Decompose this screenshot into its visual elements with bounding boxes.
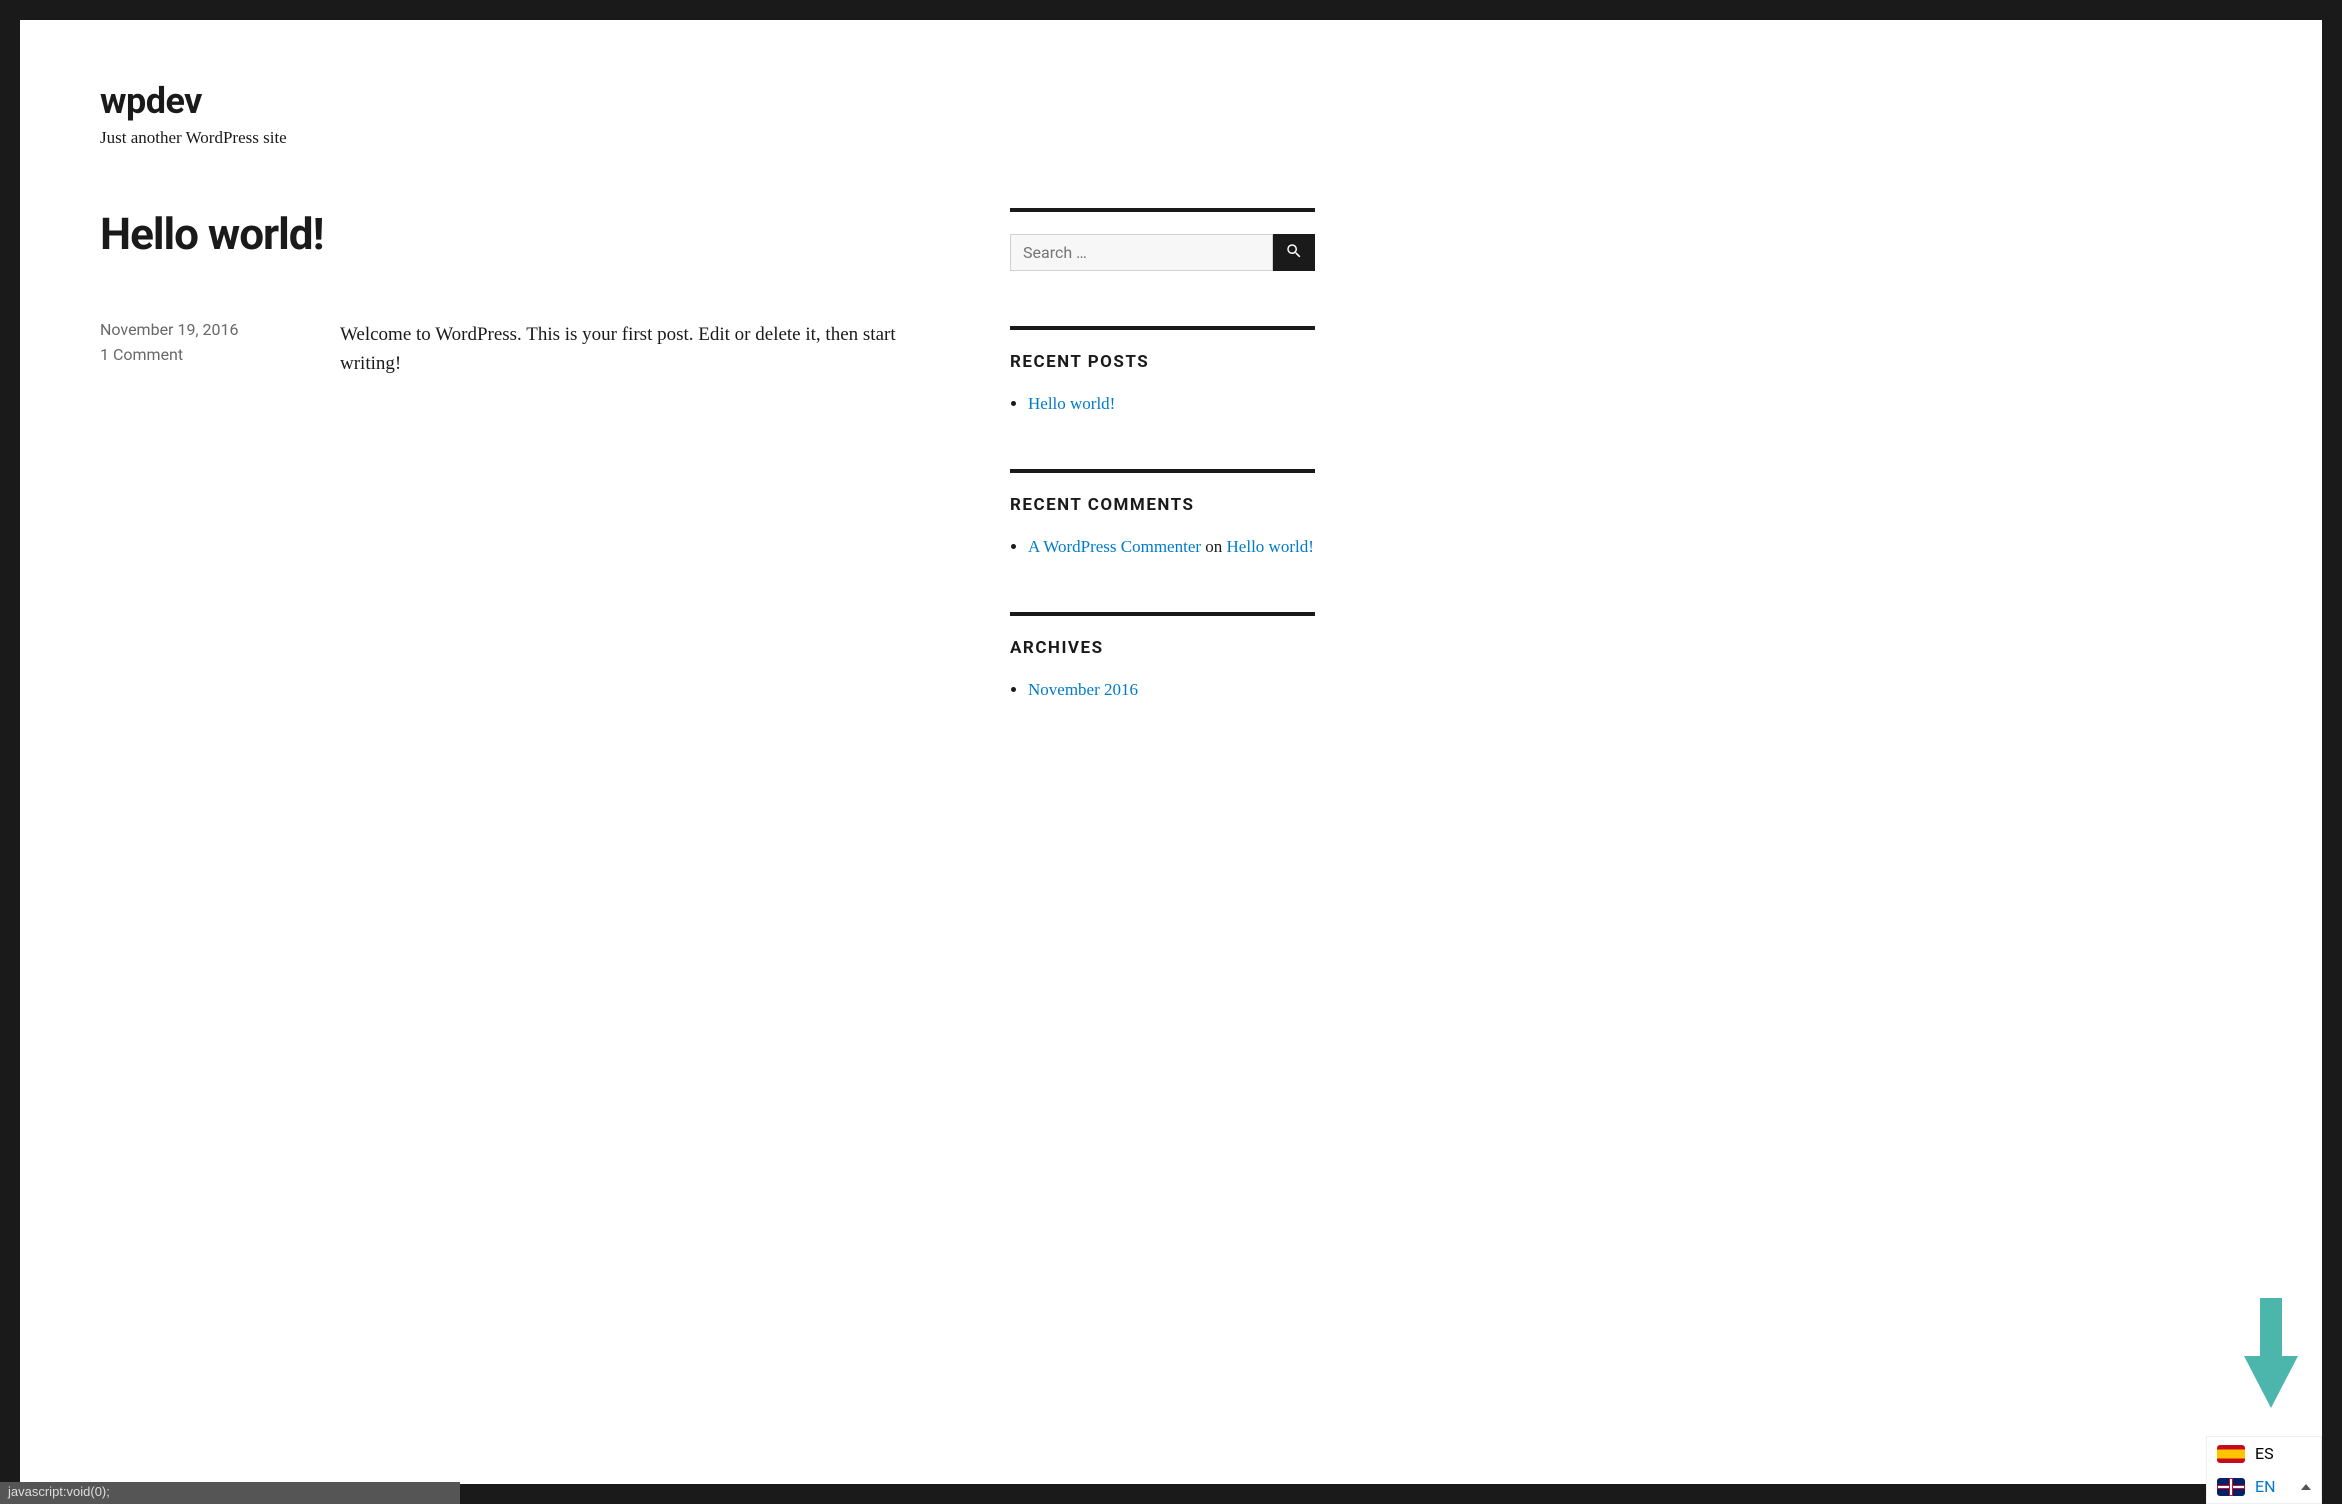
chevron-up-icon [2301,1484,2311,1490]
widget-archives: ARCHIVES November 2016 [1010,612,1315,700]
main-column: Hello world! November 19, 2016 1 Comment… [100,208,950,755]
post-title[interactable]: Hello world! [100,208,950,260]
page-container: wpdev Just another WordPress site Hello … [20,20,2322,1484]
widget-search [1010,208,1315,271]
sidebar: RECENT POSTS Hello world! RECENT COMMENT… [1010,208,1315,755]
recent-post-link[interactable]: Hello world! [1028,394,1115,413]
list-item: A WordPress Commenter on Hello world! [1028,537,1315,557]
search-button[interactable] [1273,234,1315,271]
language-option-en[interactable]: EN [2207,1470,2321,1503]
list-item: Hello world! [1028,394,1315,414]
post-comments-link[interactable]: 1 Comment [100,345,280,364]
post-body-row: November 19, 2016 1 Comment Welcome to W… [100,320,950,379]
language-label-es: ES [2255,1444,2311,1463]
site-tagline: Just another WordPress site [100,128,2242,148]
archives-heading: ARCHIVES [1010,638,1315,658]
widget-recent-comments: RECENT COMMENTS A WordPress Commenter on… [1010,469,1315,557]
site-header: wpdev Just another WordPress site [20,20,2322,208]
post-meta: November 19, 2016 1 Comment [100,320,280,379]
flag-en-icon [2217,1478,2245,1496]
browser-viewport: wpdev Just another WordPress site Hello … [0,0,2342,1504]
post-date[interactable]: November 19, 2016 [100,320,280,339]
comment-on-text: on [1201,537,1227,556]
flag-es-icon [2217,1445,2245,1463]
search-input[interactable] [1010,234,1273,271]
comment-author-link[interactable]: A WordPress Commenter [1028,537,1201,556]
recent-posts-heading: RECENT POSTS [1010,352,1315,372]
content-wrap: Hello world! November 19, 2016 1 Comment… [20,208,2322,755]
comment-target-link[interactable]: Hello world! [1227,537,1314,556]
recent-comments-heading: RECENT COMMENTS [1010,495,1315,515]
list-item: November 2016 [1028,680,1315,700]
search-form [1010,234,1315,271]
language-label-en: EN [2255,1477,2291,1496]
language-switcher[interactable]: ES EN [2206,1436,2322,1504]
search-icon [1285,242,1303,263]
widget-recent-posts: RECENT POSTS Hello world! [1010,326,1315,414]
archive-link[interactable]: November 2016 [1028,680,1138,699]
browser-status-bar: javascript:void(0); [0,1482,460,1504]
post-content: Welcome to WordPress. This is your first… [340,320,950,379]
language-option-es[interactable]: ES [2207,1437,2321,1470]
site-title[interactable]: wpdev [100,80,2242,122]
